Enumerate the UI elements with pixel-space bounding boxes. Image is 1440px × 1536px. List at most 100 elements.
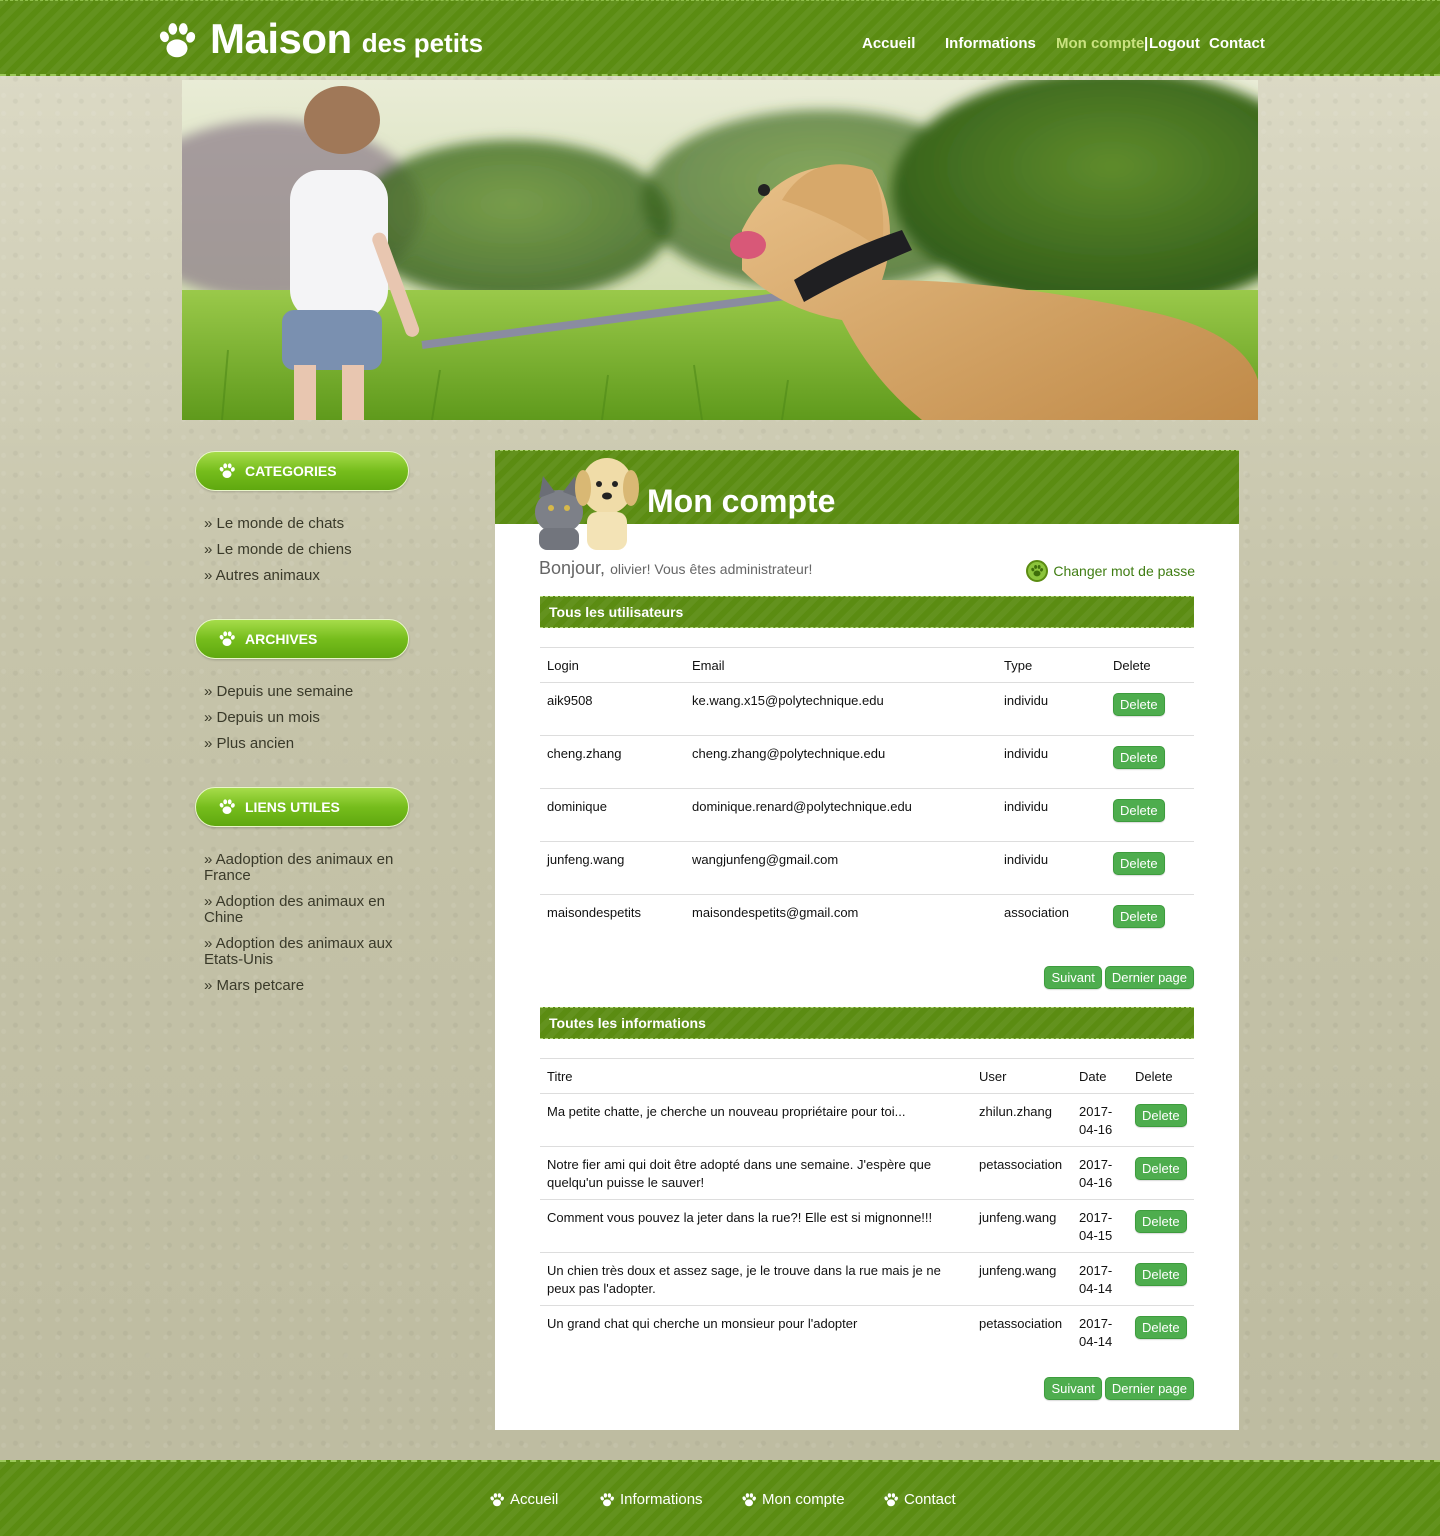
user-type: individu bbox=[997, 788, 1106, 842]
delete-user-button[interactable]: Delete bbox=[1113, 905, 1165, 928]
info-date: 2017-04-14 bbox=[1072, 1252, 1128, 1306]
sidebar-link-semaine[interactable]: » Depuis une semaine bbox=[204, 684, 404, 700]
liens-list: » Aadoption des animaux en France » Adop… bbox=[204, 852, 404, 1004]
delete-user-button[interactable]: Delete bbox=[1113, 799, 1165, 822]
user-email: maisondespetits@gmail.com bbox=[692, 905, 859, 920]
table-row: Un chien très doux et assez sage, je le … bbox=[540, 1252, 1194, 1306]
table-header-row: Login Email Type Delete bbox=[540, 647, 1194, 683]
table-row: cheng.zhang cheng.zhang@polytechnique.ed… bbox=[540, 735, 1194, 789]
delete-user-button[interactable]: Delete bbox=[1113, 693, 1165, 716]
users-section-title: Tous les utilisateurs bbox=[540, 596, 1194, 628]
col-delete: Delete bbox=[1106, 647, 1194, 683]
user-login: cheng.zhang bbox=[540, 735, 685, 789]
delete-info-button[interactable]: Delete bbox=[1135, 1316, 1187, 1339]
info-date: 2017-04-15 bbox=[1072, 1199, 1128, 1253]
infos-table: Titre User Date Delete Ma petite chatte,… bbox=[540, 1058, 1194, 1359]
table-row: aik9508 ke.wang.x15@polytechnique.edu in… bbox=[540, 682, 1194, 736]
site-header: Maison des petits Accueil Informations M… bbox=[0, 0, 1440, 76]
user-login: maisondespetits bbox=[547, 905, 641, 920]
delete-user-button[interactable]: Delete bbox=[1113, 746, 1165, 769]
infos-pager: Suivant Dernier page bbox=[1044, 1377, 1194, 1400]
infos-last-page-button[interactable]: Dernier page bbox=[1104, 1377, 1194, 1400]
categories-list: » Le monde de chats » Le monde de chiens… bbox=[204, 516, 404, 594]
change-password-label: Changer mot de passe bbox=[1053, 563, 1195, 579]
footer-link-informations[interactable]: Informations bbox=[599, 1491, 703, 1508]
info-title: Notre fier ami qui doit être adopté dans… bbox=[540, 1146, 972, 1200]
cat-dog-mascot-image bbox=[535, 458, 639, 550]
sidebar-link-mois[interactable]: » Depuis un mois bbox=[204, 710, 404, 726]
delete-info-button[interactable]: Delete bbox=[1135, 1157, 1187, 1180]
paw-icon bbox=[489, 1492, 505, 1508]
archives-title: ARCHIVES bbox=[245, 631, 318, 647]
site-footer: Accueil Informations Mon compte Contact bbox=[0, 1460, 1440, 1536]
info-user: junfeng.wang bbox=[972, 1199, 1072, 1253]
main-panel: Mon compte Bonjour, olivier! Vous êtes a… bbox=[495, 450, 1239, 1430]
user-email: dominique.renard@polytechnique.edu bbox=[685, 788, 997, 842]
info-title: Comment vous pouvez la jeter dans la rue… bbox=[540, 1199, 972, 1253]
sidebar-link-ancien[interactable]: » Plus ancien bbox=[204, 736, 404, 752]
user-email: ke.wang.x15@polytechnique.edu bbox=[685, 682, 997, 736]
info-date: 2017-04-16 bbox=[1072, 1146, 1128, 1200]
col-delete: Delete bbox=[1128, 1058, 1194, 1094]
footer-contact-label: Contact bbox=[904, 1491, 956, 1508]
footer-link-accueil[interactable]: Accueil bbox=[489, 1491, 558, 1508]
sidebar-link-chiens[interactable]: » Le monde de chiens bbox=[204, 542, 404, 558]
footer-link-mon-compte[interactable]: Mon compte bbox=[741, 1491, 845, 1508]
user-login: aik9508 bbox=[540, 682, 685, 736]
user-email: cheng.zhang@polytechnique.edu bbox=[685, 735, 997, 789]
info-user: petassociation bbox=[979, 1316, 1063, 1331]
greeting-message: olivier! Vous êtes administrateur! bbox=[610, 561, 813, 577]
users-last-page-button[interactable]: Dernier page bbox=[1104, 966, 1194, 989]
table-row: Comment vous pouvez la jeter dans la rue… bbox=[540, 1199, 1194, 1253]
nav-logout[interactable]: Logout bbox=[1149, 35, 1200, 52]
user-login: junfeng.wang bbox=[540, 841, 685, 895]
users-next-button[interactable]: Suivant bbox=[1044, 966, 1102, 989]
nav-accueil[interactable]: Accueil bbox=[862, 35, 915, 52]
sidebar-link-etats-unis[interactable]: » Adoption des animaux aux Etats-Unis bbox=[204, 936, 404, 968]
delete-info-button[interactable]: Delete bbox=[1135, 1104, 1187, 1127]
sidebar-liens-header: LIENS UTILES bbox=[195, 787, 409, 827]
col-email: Email bbox=[685, 647, 997, 683]
user-type: individu bbox=[997, 682, 1106, 736]
change-password-link[interactable]: Changer mot de passe bbox=[1026, 560, 1195, 582]
liens-title: LIENS UTILES bbox=[245, 799, 340, 815]
sidebar-link-autres[interactable]: » Autres animaux bbox=[204, 568, 404, 584]
paw-icon bbox=[883, 1492, 899, 1508]
info-title: Ma petite chatte, je cherche un nouveau … bbox=[540, 1093, 972, 1147]
infos-section-title: Toutes les informations bbox=[540, 1007, 1194, 1039]
sidebar-link-chine[interactable]: » Adoption des animaux en Chine bbox=[204, 894, 404, 926]
banner-illustration bbox=[182, 80, 1258, 420]
greeting-bonjour: Bonjour, bbox=[539, 558, 606, 578]
table-row: Notre fier ami qui doit être adopté dans… bbox=[540, 1146, 1194, 1200]
paw-icon bbox=[218, 630, 236, 648]
paw-icon bbox=[218, 462, 236, 480]
user-login: dominique bbox=[540, 788, 685, 842]
footer-link-contact[interactable]: Contact bbox=[883, 1491, 956, 1508]
user-type: individu bbox=[997, 841, 1106, 895]
nav-contact[interactable]: Contact bbox=[1209, 35, 1265, 52]
info-user: junfeng.wang bbox=[972, 1252, 1072, 1306]
info-title: Un grand chat qui cherche un monsieur po… bbox=[547, 1316, 858, 1331]
col-login: Login bbox=[540, 647, 685, 683]
sidebar-link-mars-petcare[interactable]: » Mars petcare bbox=[204, 978, 404, 994]
col-date: Date bbox=[1072, 1058, 1128, 1094]
categories-title: CATEGORIES bbox=[245, 463, 337, 479]
users-table: Login Email Type Delete aik9508 ke.wang.… bbox=[540, 647, 1194, 948]
page-title: Mon compte bbox=[647, 483, 836, 519]
greeting: Bonjour, olivier! Vous êtes administrate… bbox=[539, 558, 812, 579]
infos-next-button[interactable]: Suivant bbox=[1044, 1377, 1102, 1400]
table-row: maisondespetits maisondespetits@gmail.co… bbox=[540, 895, 1194, 948]
delete-user-button[interactable]: Delete bbox=[1113, 852, 1165, 875]
sidebar-categories-header: CATEGORIES bbox=[195, 451, 409, 491]
nav-mon-compte[interactable]: Mon compte bbox=[1056, 35, 1144, 52]
col-user: User bbox=[972, 1058, 1072, 1094]
info-user: zhilun.zhang bbox=[972, 1093, 1072, 1147]
delete-info-button[interactable]: Delete bbox=[1135, 1210, 1187, 1233]
users-pager: Suivant Dernier page bbox=[1044, 966, 1194, 989]
hero-banner-image bbox=[182, 80, 1258, 420]
sidebar-link-chats[interactable]: » Le monde de chats bbox=[204, 516, 404, 532]
sidebar-link-france[interactable]: » Aadoption des animaux en France bbox=[204, 852, 404, 884]
user-email: wangjunfeng@gmail.com bbox=[685, 841, 997, 895]
delete-info-button[interactable]: Delete bbox=[1135, 1263, 1187, 1286]
nav-informations[interactable]: Informations bbox=[945, 35, 1036, 52]
